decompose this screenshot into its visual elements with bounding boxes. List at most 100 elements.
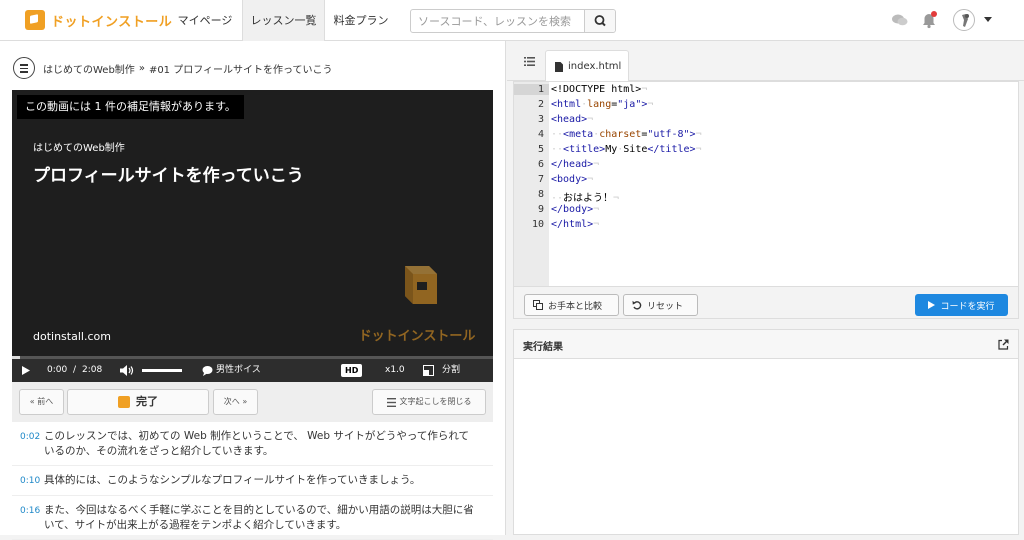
file-list-icon[interactable] xyxy=(524,57,535,66)
editor-column: index.html 1 2 3 4 5 6 7 8 9 10 <!DOCTYP… xyxy=(507,41,1024,535)
external-link-icon[interactable] xyxy=(998,339,1009,350)
code-line: </html>¬ xyxy=(551,219,600,230)
logo[interactable]: ドットインストール xyxy=(25,10,172,30)
lesson-column: はじめてのWeb制作 » #01 プロフィールサイトを作っていこう この動画には… xyxy=(0,41,506,540)
logo-icon xyxy=(25,10,45,30)
editor-tabs: index.html xyxy=(507,41,1024,82)
line-number: 7 xyxy=(537,174,544,185)
result-title: 実行結果 xyxy=(523,342,563,353)
avatar[interactable] xyxy=(953,9,975,31)
play-icon xyxy=(928,301,936,309)
breadcrumb: はじめてのWeb制作 » #01 プロフィールサイトを作っていこう xyxy=(13,57,333,79)
play-icon[interactable] xyxy=(22,366,30,375)
lesson-nav-bar: « 前へ 完了 次へ » 文字起こしを閉じる xyxy=(12,382,493,422)
line-number: 8 xyxy=(537,189,544,200)
transcript-text: このレッスンでは、初めての Web 制作ということで、 Web サイトがどうやっ… xyxy=(44,430,470,457)
supplement-notice[interactable]: この動画には 1 件の補足情報があります。 xyxy=(17,95,244,119)
run-code-button[interactable]: コードを実行 xyxy=(915,294,1008,316)
tab-label: index.html xyxy=(568,61,622,72)
nav-lessons[interactable]: レッスン一覧 xyxy=(242,0,325,41)
chat-icon xyxy=(892,14,908,26)
copy-icon xyxy=(533,300,543,310)
speech-bubble-icon xyxy=(202,366,213,376)
search-input[interactable] xyxy=(411,10,586,32)
transcript-timestamp[interactable]: 0:10 xyxy=(12,473,44,489)
reset-button[interactable]: リセット xyxy=(623,294,698,316)
search-box xyxy=(410,9,616,33)
line-number: 2 xyxy=(537,99,544,110)
prev-button[interactable]: « 前へ xyxy=(19,389,64,415)
run-label: コードを実行 xyxy=(940,301,995,312)
line-number-gutter: 1 2 3 4 5 6 7 8 9 10 xyxy=(514,82,549,286)
complete-button[interactable]: 完了 xyxy=(67,389,209,415)
cube-icon xyxy=(405,266,437,304)
transcript-row: 0:02 このレッスンでは、初めての Web 制作ということで、 Web サイト… xyxy=(12,422,493,466)
chat-button[interactable] xyxy=(890,10,910,30)
code-line: </head>¬ xyxy=(551,159,600,170)
line-number: 10 xyxy=(531,219,544,230)
breadcrumb-lesson: #01 プロフィールサイトを作っていこう xyxy=(148,64,333,76)
editor-toolbar: お手本と比較 リセット コードを実行 xyxy=(514,286,1018,318)
line-number: 6 xyxy=(537,159,544,170)
result-panel: 実行結果 xyxy=(513,329,1019,535)
transcript-timestamp[interactable]: 0:02 xyxy=(12,429,44,459)
nav-pricing[interactable]: 料金プラン xyxy=(325,0,397,41)
breadcrumb-separator: » xyxy=(138,62,145,74)
video-brand-watermark: ドットインストール xyxy=(357,260,477,350)
time-separator: / xyxy=(73,365,77,375)
bell-icon xyxy=(923,11,937,29)
code-line: </body>¬ xyxy=(551,204,600,215)
code-line: ··<title>My·Site</title>¬ xyxy=(551,144,702,155)
breadcrumb-series[interactable]: はじめてのWeb制作 xyxy=(43,61,135,76)
split-label[interactable]: 分割 xyxy=(442,359,460,382)
video-title: プロフィールサイトを作っていこう xyxy=(33,166,304,186)
code-line: <html·lang="ja">¬ xyxy=(551,99,654,110)
transcript-row: 0:16 また、今回はなるべく手軽に学ぶことを目的としているので、細かい用語の説… xyxy=(12,496,493,540)
code-line: <head>¬ xyxy=(551,114,594,125)
close-transcript-button[interactable]: 文字起こしを閉じる xyxy=(372,389,486,415)
undo-icon xyxy=(632,300,642,310)
avatar-icon xyxy=(962,14,969,27)
result-output xyxy=(514,360,1018,534)
code-editor-panel: 1 2 3 4 5 6 7 8 9 10 <!DOCTYPE html>¬ <h… xyxy=(513,81,1019,319)
playback-speed[interactable]: x1.0 xyxy=(385,359,405,382)
code-text: <!DOCTYPE html> xyxy=(551,84,642,95)
transcript-text: 具体的には、このようなシンプルなプロフィールサイトを作っていきましょう。 xyxy=(44,474,421,486)
line-number: 4 xyxy=(537,129,544,140)
video-player[interactable]: この動画には 1 件の補足情報があります。 はじめてのWeb制作 プロフィールサ… xyxy=(12,90,493,382)
code-line: <!DOCTYPE html>¬ xyxy=(551,84,648,95)
volume-icon[interactable] xyxy=(120,365,134,376)
hd-toggle[interactable]: HD xyxy=(341,364,363,377)
tab-index-html[interactable]: index.html xyxy=(545,50,629,82)
compare-button[interactable]: お手本と比較 xyxy=(524,294,619,316)
complete-label: 完了 xyxy=(136,395,158,408)
nav-mypage[interactable]: マイページ xyxy=(168,0,242,41)
video-brand-text: ドットインストール xyxy=(358,329,476,344)
logo-text: ドットインストール xyxy=(51,14,173,30)
notification-dot xyxy=(931,11,937,17)
notification-button[interactable] xyxy=(919,10,939,30)
transcript-text: また、今回はなるべく手軽に学ぶことを目的としているので、細かい用語の説明は大胆に… xyxy=(44,504,474,531)
video-series: はじめてのWeb制作 xyxy=(33,143,125,154)
voice-selector[interactable]: 男性ボイス xyxy=(216,359,261,382)
line-number: 3 xyxy=(537,114,544,125)
line-number: 9 xyxy=(537,204,544,215)
line-number: 5 xyxy=(537,144,544,155)
search-button[interactable] xyxy=(584,10,615,32)
search-icon xyxy=(594,15,606,27)
file-icon xyxy=(555,61,563,72)
complete-icon xyxy=(118,396,130,408)
chevron-down-icon[interactable] xyxy=(984,17,992,22)
code-line: <body>¬ xyxy=(551,174,594,185)
transcript-list: 0:02 このレッスンでは、初めての Web 制作ということで、 Web サイト… xyxy=(12,422,493,540)
code-line: ··おはよう！¬ xyxy=(551,193,620,204)
next-button[interactable]: 次へ » xyxy=(213,389,258,415)
transcript-row: 0:10 具体的には、このようなシンプルなプロフィールサイトを作っていきましょう… xyxy=(12,466,493,496)
volume-slider[interactable] xyxy=(142,369,182,372)
menu-icon[interactable] xyxy=(13,57,35,79)
split-icon[interactable] xyxy=(423,365,434,376)
video-controls: 0:00 / 2:08 男性ボイス HD x1.0 分割 xyxy=(12,359,493,382)
transcript-timestamp[interactable]: 0:16 xyxy=(12,503,44,533)
top-navigation: ドットインストール マイページ レッスン一覧 料金プラン xyxy=(0,0,1024,41)
code-editor[interactable]: 1 2 3 4 5 6 7 8 9 10 <!DOCTYPE html>¬ <h… xyxy=(514,82,1018,286)
